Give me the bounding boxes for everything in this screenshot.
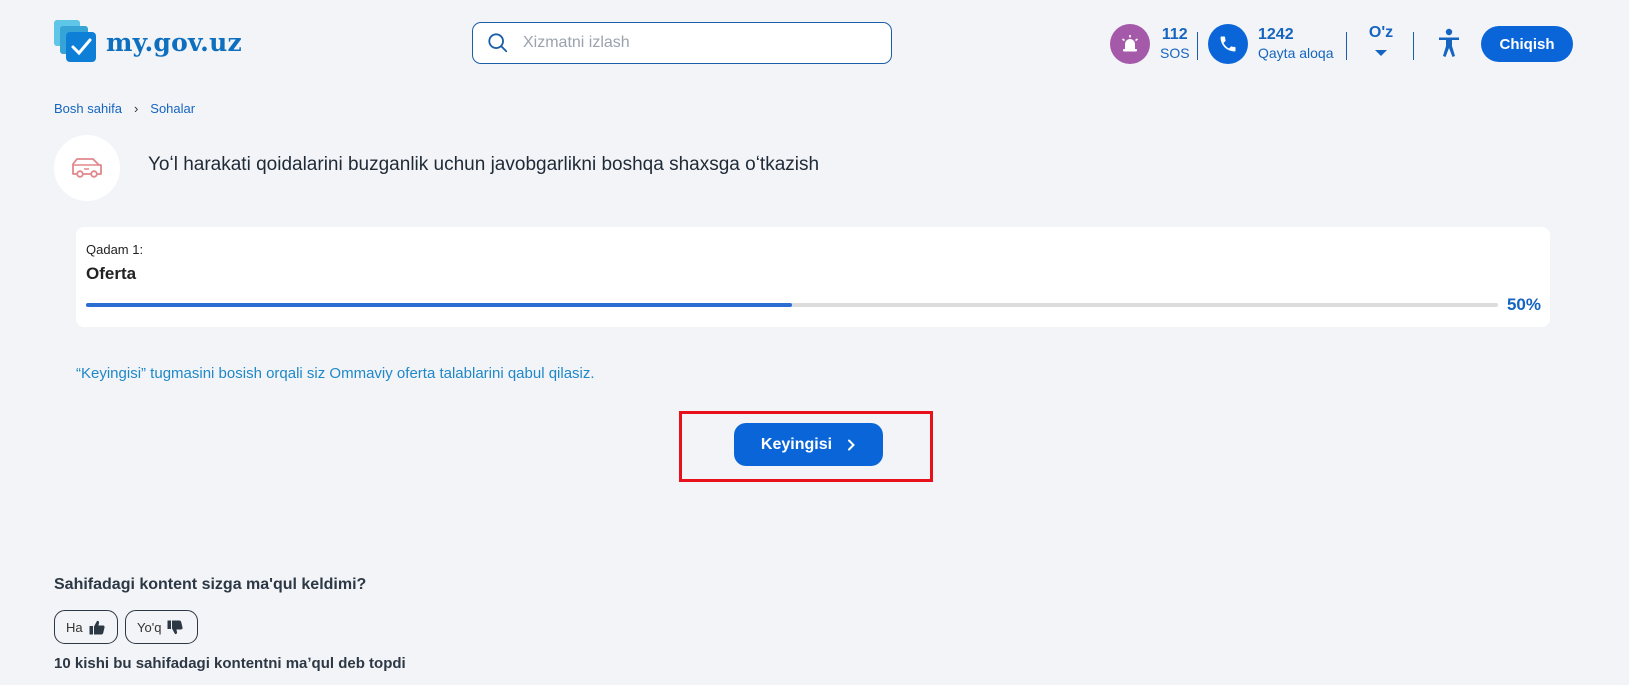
search-bar[interactable] xyxy=(472,22,892,64)
accessibility-icon[interactable] xyxy=(1436,28,1462,58)
breadcrumb-section[interactable]: Sohalar xyxy=(150,101,195,116)
logo[interactable]: my.gov.uz xyxy=(54,20,242,64)
callback-label: Qayta aloqa xyxy=(1258,45,1334,61)
breadcrumb-home[interactable]: Bosh sahifa xyxy=(54,101,122,116)
divider xyxy=(1346,32,1347,60)
next-button-label: Keyingisi xyxy=(760,435,833,453)
thumbs-down-icon xyxy=(167,620,183,634)
sos-number: 112 xyxy=(1161,26,1188,43)
feedback-question: Sahifadagi kontent sizga ma'qul keldimi? xyxy=(54,576,367,593)
search-icon xyxy=(488,33,508,53)
next-button[interactable]: Keyingisi xyxy=(734,423,883,466)
search-input[interactable] xyxy=(521,33,865,53)
breadcrumb-separator-icon: › xyxy=(133,101,139,116)
phone-icon xyxy=(1208,24,1248,64)
chevron-down-icon xyxy=(1375,50,1387,56)
language-label: O'z xyxy=(1368,24,1394,41)
sos-contact[interactable]: 112 SOS xyxy=(1110,24,1190,64)
logout-button[interactable]: Chiqish xyxy=(1481,26,1573,62)
step-title: Oferta xyxy=(86,264,137,283)
car-icon xyxy=(72,158,102,178)
feedback-no-label: Yo'q xyxy=(137,619,162,635)
thumbs-up-icon xyxy=(89,620,105,634)
progress-fill xyxy=(86,303,792,307)
service-icon-wrap xyxy=(54,135,120,201)
chevron-right-icon xyxy=(848,439,855,450)
logo-mark-icon xyxy=(54,20,98,64)
divider xyxy=(1197,32,1198,60)
feedback-no-button[interactable]: Yo'q xyxy=(125,610,198,644)
progress-track xyxy=(86,303,1498,307)
step-card: Qadam 1: Oferta 50% xyxy=(76,227,1550,327)
language-selector[interactable]: O'z xyxy=(1366,24,1396,56)
page-title: Yoʻl harakati qoidalarini buzganlik uchu… xyxy=(148,154,820,175)
callback-number: 1242 xyxy=(1258,26,1294,43)
breadcrumb: Bosh sahifa › Sohalar xyxy=(54,101,195,116)
feedback-yes-label: Ha xyxy=(66,619,83,635)
divider xyxy=(1413,32,1414,60)
feedback-yes-button[interactable]: Ha xyxy=(54,610,118,644)
header: my.gov.uz 112 SOS xyxy=(0,0,1629,88)
offer-notice: “Keyingisi” tugmasini bosish orqali siz … xyxy=(76,365,595,382)
alarm-icon xyxy=(1110,24,1150,64)
callback-contact[interactable]: 1242 Qayta aloqa xyxy=(1208,24,1334,64)
feedback-count: 10 kishi bu sahifadagi kontentni maʼqul … xyxy=(54,655,406,672)
step-label: Qadam 1: xyxy=(86,242,144,257)
sos-label: SOS xyxy=(1160,45,1190,61)
logo-text: my.gov.uz xyxy=(106,27,242,57)
progress-percent: 50% xyxy=(1506,295,1541,314)
